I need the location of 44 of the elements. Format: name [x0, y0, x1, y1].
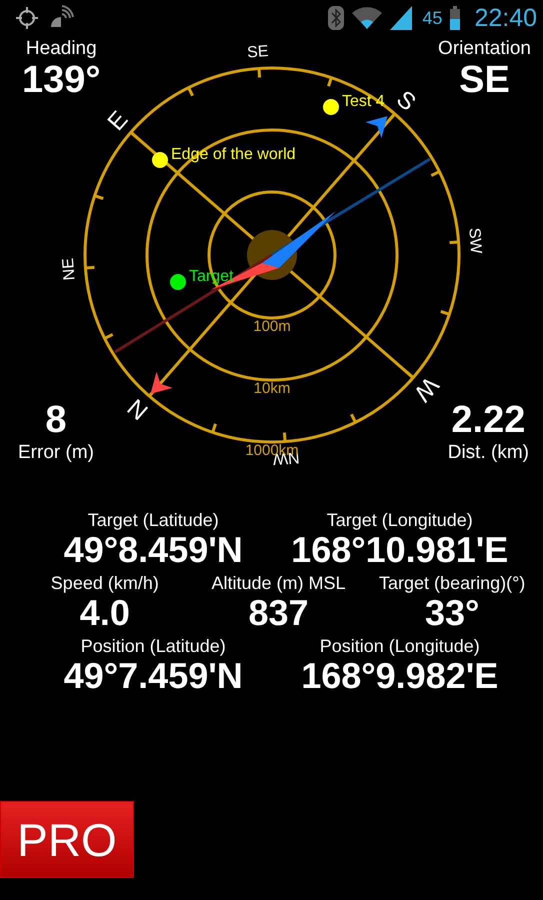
error-label: Error (m) — [18, 442, 94, 464]
error-value: 8 — [45, 400, 67, 442]
range-ring-label: 100m — [253, 318, 291, 335]
readout-label: Position (Latitude) — [80, 636, 226, 657]
battery-level-text: 45 — [422, 8, 442, 28]
compass-direction-label: N — [122, 393, 154, 425]
south-arrow-marker — [365, 116, 388, 138]
bluetooth-icon — [328, 6, 344, 30]
north-arrow-marker — [150, 372, 173, 394]
clock-time: 22:40 — [474, 4, 537, 32]
readout-value: 49°8.459'N — [64, 531, 243, 569]
heading-value: 139° — [22, 60, 101, 102]
orientation-value: SE — [459, 60, 510, 102]
readout-label: Position (Longitude) — [320, 636, 480, 657]
wifi-icon — [352, 7, 382, 29]
readout-label: Target (bearing)(°) — [379, 572, 526, 594]
range-ring-label: 10km — [254, 380, 290, 397]
compass-direction-label: NE — [60, 258, 78, 281]
readout-label: Target (Latitude) — [88, 510, 219, 531]
compass-direction-label: SE — [246, 43, 270, 62]
compass-direction-label: E — [102, 106, 134, 136]
distance-value: 2.22 — [451, 400, 526, 442]
readout-label: Target (Longitude) — [326, 510, 473, 531]
gps-crosshair-icon — [14, 5, 40, 31]
distance-label: Dist. (km) — [448, 442, 529, 464]
orientation-label: Orientation — [438, 38, 531, 60]
readout-value: 168°10.981'E — [291, 531, 508, 569]
readout-value: 837 — [248, 594, 309, 632]
readout-value: 49°7.459'N — [64, 656, 243, 694]
readout-value: 33° — [424, 594, 480, 632]
compass-direction-label: W — [408, 372, 444, 406]
waypoint-dot[interactable] — [152, 152, 168, 168]
signal-bars-icon — [390, 6, 412, 30]
battery-icon — [450, 6, 460, 30]
heading-label: Heading — [26, 38, 97, 60]
readout-label: Altitude (m) MSL — [211, 572, 346, 594]
readout-value: 168°9.982'E — [301, 656, 498, 694]
pro-button[interactable]: PRO — [0, 801, 134, 878]
waypoint-dot[interactable] — [323, 99, 339, 115]
waypoint-dot[interactable] — [170, 274, 186, 290]
compass-direction-label: SW — [465, 227, 484, 254]
readout-value: 4.0 — [80, 594, 130, 632]
compass-direction-label: S — [391, 85, 421, 116]
readout-label: Speed (km/h) — [50, 572, 159, 594]
